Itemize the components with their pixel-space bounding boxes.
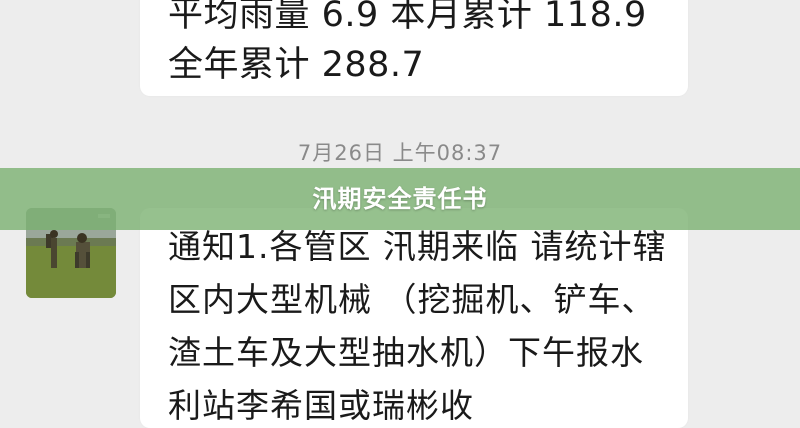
previous-message-bubble[interactable]: 平均雨量 6.9 本月累计 118.9 全年累计 288.7 <box>140 0 688 96</box>
incoming-message-bubble[interactable]: 通知1.各管区 汛期来临 请统计辖区内大型机械 （挖掘机、铲车、渣土车及大型抽水… <box>140 208 688 428</box>
banner-title: 汛期安全责任书 <box>312 185 488 213</box>
title-banner: 汛期安全责任书 <box>0 168 800 230</box>
message-timestamp: 7月26日 上午08:37 <box>297 141 503 165</box>
incoming-message-text: 通知1.各管区 汛期来临 请统计辖区内大型机械 （挖掘机、铲车、渣土车及大型抽水… <box>168 227 667 425</box>
previous-message-text: 平均雨量 6.9 本月累计 118.9 全年累计 288.7 <box>168 0 647 85</box>
